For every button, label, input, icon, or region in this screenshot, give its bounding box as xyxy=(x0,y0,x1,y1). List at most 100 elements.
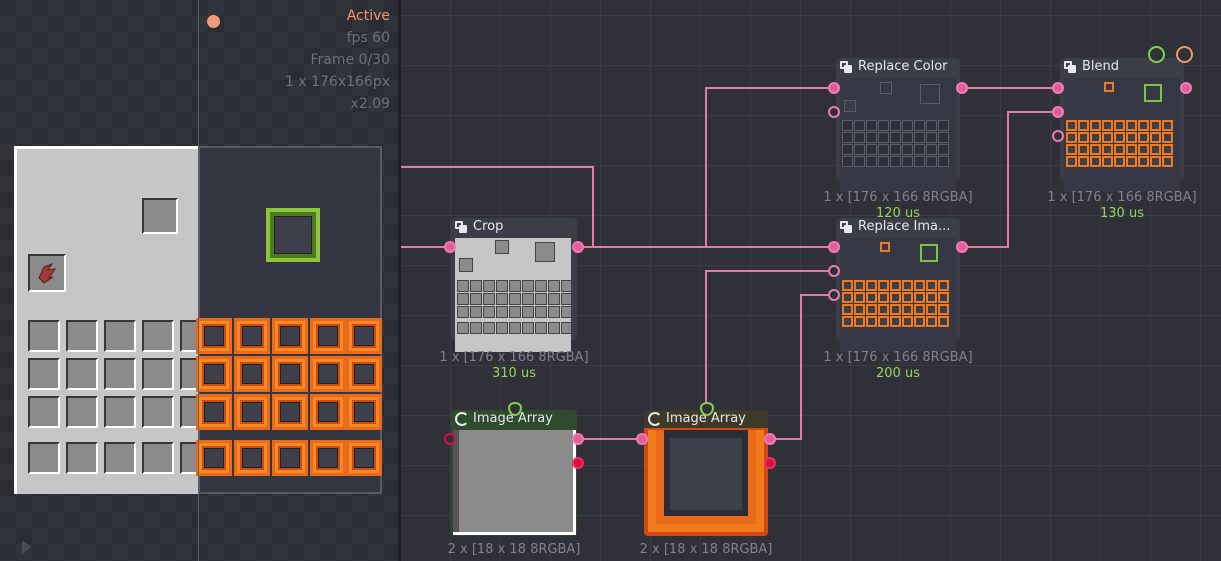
blend-input-port-2[interactable] xyxy=(1052,106,1064,118)
node-crop-footer: 1 x [176 x 166 8RGBA] xyxy=(439,350,589,365)
orange-slot xyxy=(234,356,270,392)
node-replace-image[interactable]: Replace Ima... 1 x [176 x 166 8RGBA] 200… xyxy=(823,218,973,381)
node-blend-title: Blend xyxy=(1082,59,1120,74)
blend-input-port[interactable] xyxy=(1052,82,1064,94)
node-blend[interactable]: Blend 1 x [176 x 166 8RGBA] 130 us xyxy=(1047,58,1197,221)
node-crop-time: 310 us xyxy=(492,366,536,381)
grid-slot xyxy=(66,358,98,390)
grid-slot xyxy=(104,442,136,474)
grid-slot xyxy=(28,442,60,474)
orange-slot xyxy=(272,394,308,430)
node-replace-image-title: Replace Ima... xyxy=(858,219,951,234)
orange-slot xyxy=(346,356,382,392)
orange-slot xyxy=(346,318,382,354)
compare-split-handle[interactable] xyxy=(198,0,199,561)
orange-slot xyxy=(272,356,308,392)
node-crop[interactable]: Crop 1 x [176 x 166 8RGBA] 310 us xyxy=(439,218,589,381)
grid-slot xyxy=(104,396,136,428)
status-dot-icon xyxy=(207,15,220,28)
blend-input-port-3[interactable] xyxy=(1052,130,1064,142)
orange-slot xyxy=(272,318,308,354)
flame-icon xyxy=(38,262,57,284)
node-replace-color[interactable]: Replace Color 1 x [176 x 166 8RGBA] 120 … xyxy=(823,58,973,221)
node-blend-footer: 1 x [176 x 166 8RGBA] xyxy=(1047,190,1197,205)
preview-fps: fps 60 xyxy=(346,30,390,46)
orange-slot xyxy=(310,356,346,392)
orange-slot xyxy=(310,440,346,476)
blend-thumbnail xyxy=(1064,78,1180,192)
duplicate-icon xyxy=(1064,61,1076,73)
duplicate-icon xyxy=(840,61,852,73)
replace-image-output-port[interactable] xyxy=(956,241,968,253)
input-slot xyxy=(28,254,66,292)
orange-slot xyxy=(272,440,308,476)
grid-slot xyxy=(28,358,60,390)
output-slot xyxy=(142,198,178,234)
image-array-1-output-port-2[interactable] xyxy=(572,457,584,469)
replace-color-input-port[interactable] xyxy=(828,82,840,94)
eye-icon[interactable] xyxy=(1176,46,1193,63)
orange-slot xyxy=(196,318,232,354)
orange-slot xyxy=(234,394,270,430)
orange-slot xyxy=(196,440,232,476)
node-replace-image-time: 200 us xyxy=(876,366,920,381)
replace-image-input-port-2[interactable] xyxy=(828,265,840,277)
orange-slot xyxy=(234,318,270,354)
image-array-2-output-port[interactable] xyxy=(764,433,776,445)
orange-slot xyxy=(346,394,382,430)
node-blend-time: 130 us xyxy=(1100,206,1144,221)
play-icon[interactable] xyxy=(22,540,31,554)
grid-slot xyxy=(66,396,98,428)
processed-half xyxy=(196,146,382,494)
grid-slot xyxy=(104,320,136,352)
orange-slot xyxy=(346,440,382,476)
duplicate-icon xyxy=(840,221,852,233)
node-image-array-1[interactable]: Image Array 2 x [18 x 18 8RGBA] xyxy=(448,410,580,557)
highlight-slot xyxy=(266,208,320,262)
image-array-2-output-port-2[interactable] xyxy=(764,457,776,469)
original-half xyxy=(14,146,212,494)
node-replace-color-title: Replace Color xyxy=(858,59,948,74)
grid-slot xyxy=(142,358,174,390)
preview-size: 1 x 176x166px xyxy=(285,74,390,90)
replace-image-input-port[interactable] xyxy=(828,241,840,253)
refresh-icon xyxy=(648,412,662,426)
node-replace-image-footer: 1 x [176 x 166 8RGBA] xyxy=(823,350,973,365)
image-array-1-output-port[interactable] xyxy=(572,433,584,445)
refresh-icon xyxy=(455,412,469,426)
replace-color-input-port-2[interactable] xyxy=(828,106,840,118)
grid-slot xyxy=(28,320,60,352)
calculator-icon[interactable] xyxy=(1148,46,1165,63)
orange-slot xyxy=(196,356,232,392)
replace-image-input-port-3[interactable] xyxy=(828,289,840,301)
node-image-array-2-footer: 2 x [18 x 18 8RGBA] xyxy=(639,542,773,557)
grid-slot xyxy=(66,320,98,352)
duplicate-icon xyxy=(455,221,467,233)
image-array-1-input-port[interactable] xyxy=(444,433,456,445)
replace-color-output-port[interactable] xyxy=(956,82,968,94)
node-image-array-2[interactable]: Image Array 2 x [18 x 18 8RGBA] xyxy=(640,410,772,557)
blend-output-port[interactable] xyxy=(1180,82,1192,94)
crop-thumbnail xyxy=(455,238,571,352)
grid-slot xyxy=(142,396,174,428)
preview-panel[interactable]: Active fps 60 Frame 0/30 1 x 176x166px x… xyxy=(0,0,398,561)
grid-slot xyxy=(142,320,174,352)
preview-status: Active xyxy=(346,8,390,24)
preview-info: Active fps 60 Frame 0/30 1 x 176x166px x… xyxy=(285,5,390,115)
node-crop-title: Crop xyxy=(473,219,504,234)
replace-color-thumbnail xyxy=(840,78,956,192)
orange-slot xyxy=(310,394,346,430)
orange-slot xyxy=(196,394,232,430)
crop-output-port[interactable] xyxy=(572,241,584,253)
grid-slot xyxy=(28,396,60,428)
image-array-2-input-port[interactable] xyxy=(636,433,648,445)
orange-slot xyxy=(234,440,270,476)
preview-frame: Frame 0/30 xyxy=(310,52,390,68)
preview-zoom: x2.09 xyxy=(350,96,390,112)
crop-input-port[interactable] xyxy=(444,241,456,253)
grid-slot xyxy=(142,442,174,474)
image-array-1-thumbnail xyxy=(453,430,576,535)
grid-slot xyxy=(66,442,98,474)
orange-slot xyxy=(310,318,346,354)
image-array-2-thumbnail xyxy=(648,430,764,532)
